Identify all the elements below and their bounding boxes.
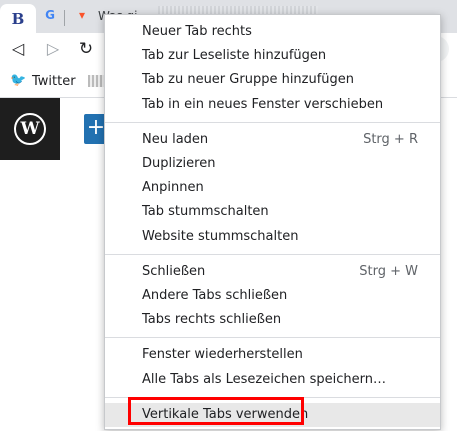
menu-item-tabs-rechts-schließen[interactable]: Tabs rechts schließen <box>105 308 440 332</box>
menu-item-anpinnen[interactable]: Anpinnen <box>105 176 440 200</box>
menu-item-label: Andere Tabs schließen <box>142 288 288 303</box>
menu-item-label: Tabs rechts schließen <box>142 312 282 328</box>
menu-separator <box>105 121 440 123</box>
menu-item-schließen[interactable]: Schließen Strg + W <box>105 260 440 284</box>
reload-icon[interactable]: ↻ <box>76 39 96 59</box>
menu-item-andere-tabs-schließen[interactable]: Andere Tabs schließen <box>105 284 440 308</box>
menu-item-label: Tab in ein neues Fenster verschieben <box>142 96 384 112</box>
tab-active[interactable]: B <box>0 4 36 33</box>
site-favicon-icon: B <box>11 10 25 28</box>
menu-item-label: Neuer Tab rechts <box>142 24 252 39</box>
menu-item-label: Fenster wiederherstellen <box>142 347 303 363</box>
menu-item-label: Anpinnen <box>142 180 204 196</box>
menu-item-label: Schließen <box>142 263 206 279</box>
forward-arrow-icon[interactable]: ▷ <box>43 39 63 59</box>
menu-item-neuer-tab-rechts[interactable]: Neuer Tab rechts <box>105 20 440 44</box>
tab-divider <box>64 10 65 26</box>
twitter-bird-icon: 🐦 <box>10 73 27 88</box>
menu-separator <box>105 253 440 255</box>
menu-separator <box>105 337 440 339</box>
menu-item-label: Website stummschalten <box>142 228 299 244</box>
back-arrow-icon[interactable]: ◁ <box>8 39 28 59</box>
menu-item-label: Tab zu neuer Gruppe hinzufügen <box>142 72 355 88</box>
wordpress-logo-icon: W <box>14 113 46 145</box>
menu-item-label: Tab zur Leseliste hinzufügen <box>142 48 327 64</box>
google-favicon-icon[interactable]: G <box>42 7 58 23</box>
tab-context-menu: Neuer Tab rechts Tab zur Leseliste hinzuf… <box>104 14 441 430</box>
wordpress-logo-button[interactable]: W <box>0 98 60 160</box>
menu-item-tab-zur-leseliste-hinzufügen[interactable]: Tab zur Leseliste hinzufügen <box>105 44 440 68</box>
menu-item-tab-zu-neuer-gruppe-hinzufügen[interactable]: Tab zu neuer Gruppe hinzufügen <box>105 68 440 92</box>
menu-item-shortcut: Strg + W <box>359 263 418 279</box>
bookmark-label: Twitter <box>32 73 76 89</box>
menu-item-fenster-wiederherstellen[interactable]: Fenster wiederherstellen <box>105 343 440 367</box>
menu-item-website-stummschalten[interactable]: Website stummschalten <box>105 225 440 249</box>
menu-item-tab-stummschalten[interactable]: Tab stummschalten <box>105 200 440 224</box>
brave-favicon-icon[interactable]: ▾ <box>74 7 90 23</box>
menu-item-vertikale-tabs-verwenden[interactable]: Vertikale Tabs verwenden <box>105 402 440 427</box>
menu-item-shortcut: Strg + R <box>363 131 418 147</box>
menu-item-alle-tabs-als-lesezeichen-speichern[interactable]: Alle Tabs als Lesezeichen speichern… <box>105 368 440 392</box>
menu-item-neu-laden[interactable]: Neu laden Strg + R <box>105 128 440 152</box>
menu-item-label: Tab stummschalten <box>142 204 269 220</box>
menu-item-label: Alle Tabs als Lesezeichen speichern… <box>142 371 386 387</box>
menu-separator <box>105 396 440 398</box>
bookmark-twitter[interactable]: 🐦 Twitter <box>10 72 76 90</box>
menu-item-label: Duplizieren <box>142 156 216 171</box>
menu-item-label: Neu laden <box>142 131 209 147</box>
menu-item-tab-in-ein-neues-fenster-verschieben[interactable]: Tab in ein neues Fenster verschieben <box>105 93 440 117</box>
menu-item-label: Vertikale Tabs verwenden <box>142 406 309 422</box>
menu-item-duplizieren[interactable]: Duplizieren <box>105 152 440 176</box>
